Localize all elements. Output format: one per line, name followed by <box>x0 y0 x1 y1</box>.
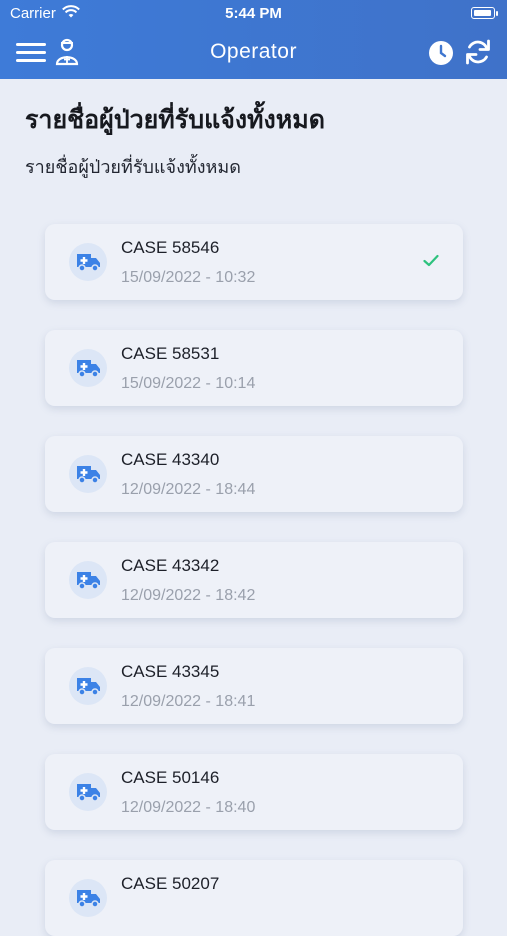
case-title: CASE 58546 <box>121 238 220 257</box>
case-datetime: 12/09/2022 - 18:44 <box>121 481 256 498</box>
status-time: 5:44 PM <box>225 5 282 22</box>
battery-icon <box>471 7 498 19</box>
page-subtitle: รายชื่อผู้ป่วยที่รับแจ้งทั้งหมด <box>25 157 241 177</box>
page-title: รายชื่อผู้ป่วยที่รับแจ้งทั้งหมด <box>25 106 325 134</box>
case-card[interactable]: CASE 43342 12/09/2022 - 18:42 <box>45 542 463 618</box>
case-title: CASE 43342 <box>121 556 220 575</box>
case-datetime: 12/09/2022 - 18:42 <box>121 587 256 604</box>
case-card[interactable]: CASE 50146 12/09/2022 - 18:40 <box>45 754 463 830</box>
case-card[interactable]: CASE 43345 12/09/2022 - 18:41 <box>45 648 463 724</box>
nav-bar: Operator <box>0 28 507 79</box>
case-title: CASE 50207 <box>121 874 220 893</box>
case-datetime: 15/09/2022 - 10:32 <box>121 269 256 286</box>
case-card[interactable]: CASE 43340 12/09/2022 - 18:44 <box>45 436 463 512</box>
history-clock-icon <box>429 41 453 65</box>
ambulance-icon <box>69 667 107 705</box>
case-title: CASE 43340 <box>121 450 220 469</box>
ambulance-icon <box>69 879 107 917</box>
case-datetime: 12/09/2022 - 18:40 <box>121 799 256 816</box>
case-card[interactable]: CASE 58546 15/09/2022 - 10:32 <box>45 224 463 300</box>
history-button[interactable] <box>428 40 454 66</box>
refresh-button[interactable] <box>464 38 492 66</box>
app-header: Carrier 5:44 PM Operator <box>0 0 507 79</box>
ambulance-icon <box>69 773 107 811</box>
case-datetime: 15/09/2022 - 10:14 <box>121 375 256 392</box>
refresh-icon <box>466 39 490 65</box>
ambulance-icon <box>69 455 107 493</box>
check-icon <box>423 254 439 267</box>
status-bar: Carrier 5:44 PM <box>0 0 507 28</box>
case-title: CASE 58531 <box>121 344 220 363</box>
case-card[interactable]: CASE 58531 15/09/2022 - 10:14 <box>45 330 463 406</box>
case-card[interactable]: CASE 50207 <box>45 860 463 936</box>
ambulance-icon <box>69 561 107 599</box>
ambulance-icon <box>69 243 107 281</box>
case-title: CASE 43345 <box>121 662 220 681</box>
case-title: CASE 50146 <box>121 768 220 787</box>
case-datetime: 12/09/2022 - 18:41 <box>121 693 256 710</box>
ambulance-icon <box>69 349 107 387</box>
